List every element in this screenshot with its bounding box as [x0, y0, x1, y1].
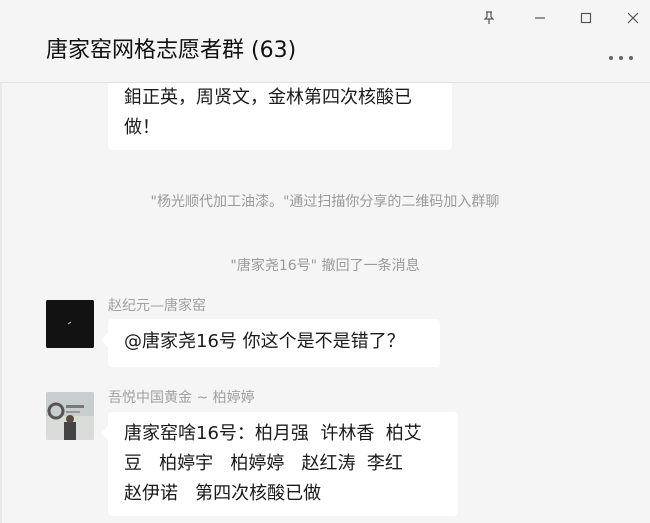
title-bar: 唐家窑网格志愿者群 (63) [0, 0, 650, 83]
message-text-line: 豆 柏婷宇 柏婷婷 赵红涛 李红 [124, 453, 403, 474]
system-message-recall: "唐家尧16号" 撤回了一条消息 [230, 258, 420, 274]
sender-name: 赵纪元—唐家窑 [108, 298, 206, 314]
message-bubble[interactable]: @唐家尧16号 你这个是不是错了？ [101, 319, 440, 367]
pin-icon[interactable] [478, 9, 500, 27]
system-message-join: "杨光顺代加工油漆。"通过扫描你分享的二维码加入群聊 [150, 194, 500, 210]
chat-area[interactable]: 鉬正英，周贤文，金林第四次核酸已 做！ "杨光顺代加工油漆。"通过扫描你分享的二… [0, 83, 650, 523]
maximize-icon[interactable] [575, 9, 597, 27]
chat-title: 唐家窑网格志愿者群 (63) [46, 38, 297, 63]
message-text-line: 做！ [124, 117, 160, 138]
close-icon[interactable] [622, 9, 644, 27]
message-text-line: 鉬正英，周贤文，金林第四次核酸已 [124, 87, 412, 108]
minimize-icon[interactable] [529, 9, 551, 27]
message-bubble[interactable]: 唐家窑啥16号：柏月强 许林香 柏艾 豆 柏婷宇 柏婷婷 赵红涛 李红 赵伊诺 … [101, 412, 458, 516]
gold-store-avatar-icon[interactable] [46, 392, 94, 440]
more-dots-icon[interactable] [606, 48, 636, 68]
message-bubble[interactable]: 鉬正英，周贤文，金林第四次核酸已 做！ [108, 83, 452, 150]
message-text: @唐家尧16号 你这个是不是错了？ [124, 331, 405, 352]
sender-name: 吾悦中国黄金 ~ 柏婷婷 [108, 390, 255, 406]
dark-avatar-icon[interactable] [46, 300, 94, 348]
message-text-line: 赵伊诺 第四次核酸已做 [124, 483, 322, 504]
message-text-line: 唐家窑啥16号：柏月强 许林香 柏艾 [124, 423, 422, 444]
